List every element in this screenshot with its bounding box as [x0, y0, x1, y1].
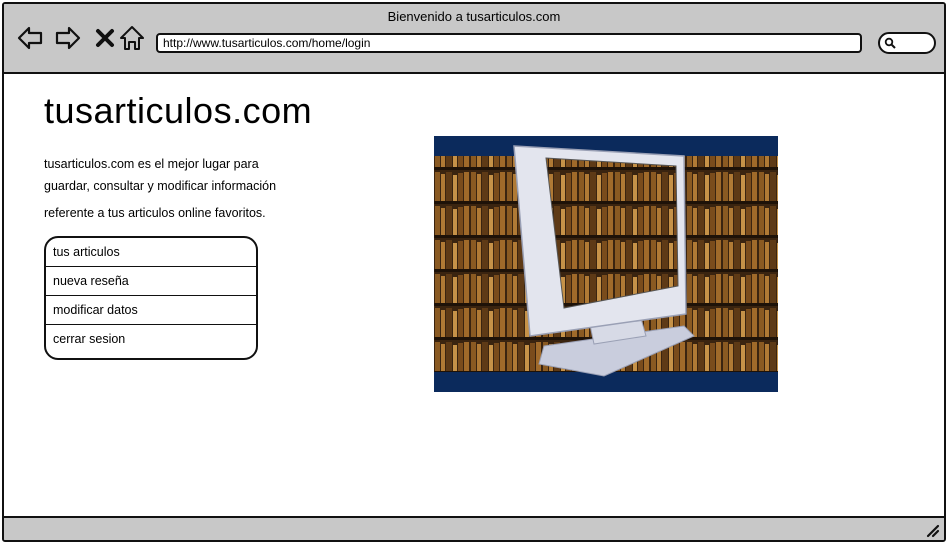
- menu-item-cerrar-sesion[interactable]: cerrar sesion: [46, 325, 256, 354]
- browser-window: Bienvenido a tusarticulos.com http://www…: [2, 2, 946, 542]
- description-line: referente a tus articulos online favorit…: [44, 206, 266, 220]
- forward-button[interactable]: [54, 24, 82, 52]
- window-title: Bienvenido a tusarticulos.com: [387, 9, 561, 24]
- stop-button[interactable]: [92, 24, 120, 52]
- home-icon: [120, 26, 144, 50]
- home-button[interactable]: [118, 24, 146, 52]
- browser-toolbar: Bienvenido a tusarticulos.com http://www…: [4, 4, 944, 74]
- menu-item-nueva-resena[interactable]: nueva reseña: [46, 267, 256, 296]
- back-arrow-icon: [17, 26, 43, 50]
- back-button[interactable]: [16, 24, 44, 52]
- menu-item-tus-articulos[interactable]: tus articulos: [46, 238, 256, 267]
- description-line: guardar, consultar y modificar informaci…: [44, 179, 277, 193]
- address-bar[interactable]: http://www.tusarticulos.com/home/login: [156, 33, 862, 53]
- stop-icon: [96, 29, 114, 47]
- site-description: tusarticulos.com es el mejor lugar para …: [44, 152, 314, 225]
- resize-grip-icon[interactable]: [924, 522, 940, 538]
- hero-image-monitor-bookshelf: [434, 136, 778, 392]
- search-field[interactable]: [878, 32, 936, 54]
- user-menu: tus articulos nueva reseña modificar dat…: [44, 236, 258, 360]
- search-icon: [884, 37, 896, 49]
- forward-arrow-icon: [55, 26, 81, 50]
- menu-item-modificar-datos[interactable]: modificar datos: [46, 296, 256, 325]
- site-title: tusarticulos.com: [44, 90, 313, 131]
- description-line: tusarticulos.com es el mejor lugar para: [44, 157, 259, 171]
- status-bar: [4, 516, 944, 540]
